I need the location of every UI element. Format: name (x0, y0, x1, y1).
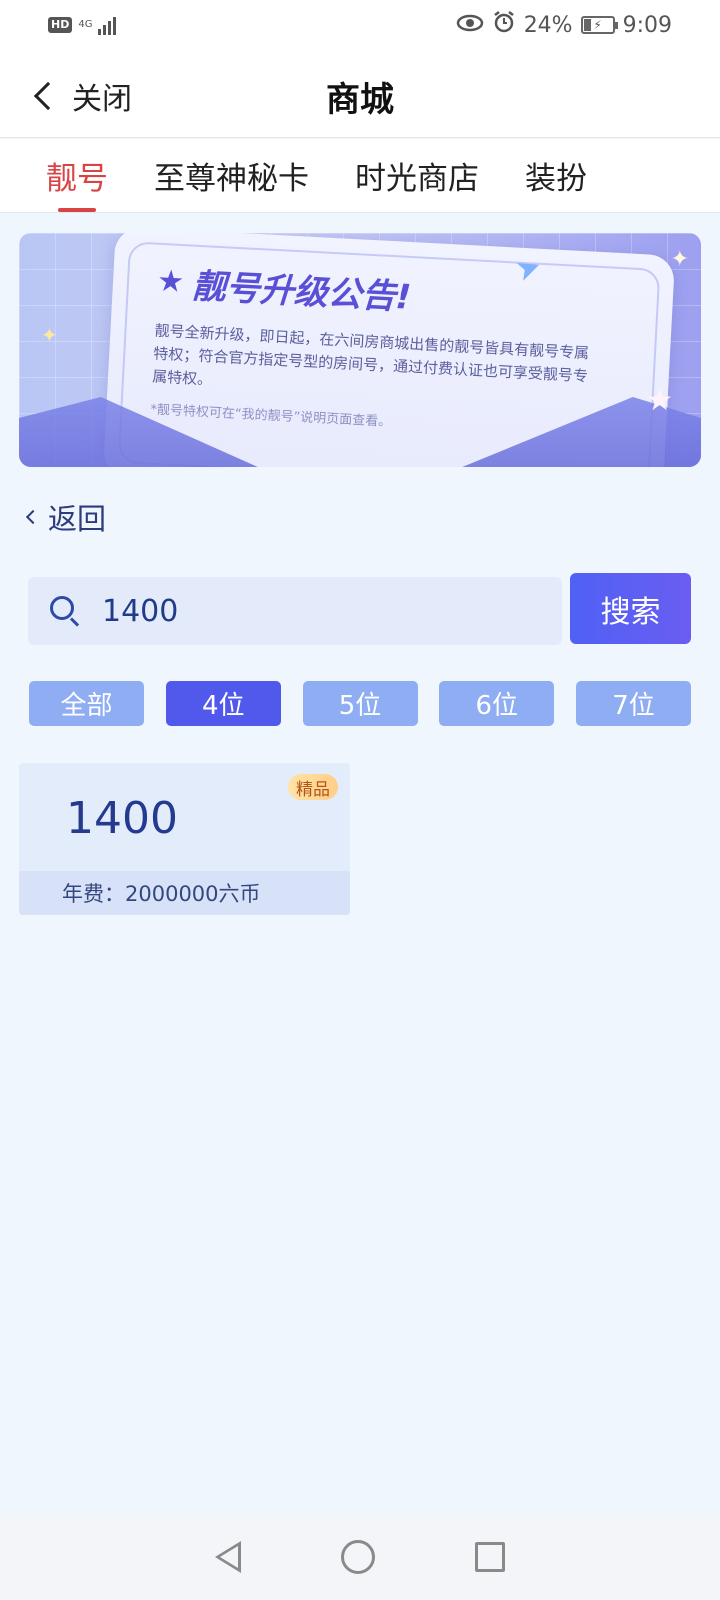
nav-back-icon[interactable] (215, 1541, 241, 1573)
system-nav-bar (0, 1514, 720, 1600)
annual-fee: 年费：2000000六币 (19, 871, 350, 915)
battery-percent: 24% (523, 12, 573, 38)
filter-5-digit[interactable]: 5位 (302, 681, 418, 726)
clock: 9:09 (622, 12, 672, 38)
status-left: HD 4G (48, 15, 117, 35)
tab-time-shop[interactable]: 时光商店 (355, 153, 479, 198)
premium-badge: 精品 (288, 774, 338, 800)
back-link-label: 返回 (48, 502, 107, 536)
tab-bar: 靓号 至尊神秘卡 时光商店 装扮 (0, 139, 720, 213)
filter-6-digit[interactable]: 6位 (439, 681, 555, 726)
announcement-banner[interactable]: ★ 靓号升级公告! 靓号全新升级，即日起，在六间房商城出售的靓号皆具有靓号专属特… (19, 233, 701, 467)
number-value: 1400 (66, 793, 178, 844)
sparkle-icon: ✦ (41, 323, 58, 347)
chevron-left-icon (25, 509, 41, 525)
hd-badge: HD (48, 17, 73, 33)
nav-recent-icon[interactable] (475, 1542, 505, 1572)
sparkle-icon: ★ (646, 383, 673, 418)
status-bar: HD 4G 24% ⚡ 9:09 (0, 0, 720, 50)
tab-dress-up[interactable]: 装扮 (525, 153, 587, 198)
tab-supreme-card[interactable]: 至尊神秘卡 (154, 153, 309, 198)
network-type: 4G (78, 19, 93, 30)
signal-icon (98, 15, 117, 35)
tab-pretty-number[interactable]: 靓号 (46, 153, 108, 212)
alarm-icon (492, 10, 516, 40)
page-title: 商城 (326, 80, 394, 120)
digit-filters: 全部 4位 5位 6位 7位 (29, 681, 691, 726)
status-right: 24% ⚡ 9:09 (456, 10, 672, 40)
app-header: 关闭 商城 (0, 50, 720, 138)
banner-body: 靓号全新升级，即日起，在六间房商城出售的靓号皆具有靓号专属特权；符合官方指定号型… (151, 321, 590, 389)
filter-all[interactable]: 全部 (29, 681, 144, 726)
nav-home-icon[interactable] (341, 1540, 375, 1574)
battery-icon: ⚡ (580, 16, 618, 34)
search-input[interactable] (102, 593, 502, 629)
filter-7-digit[interactable]: 7位 (576, 681, 691, 726)
filter-4-digit[interactable]: 4位 (165, 681, 281, 726)
sparkle-icon: ✦ (670, 247, 689, 272)
search-icon (48, 594, 82, 628)
eye-icon (456, 13, 484, 38)
number-card[interactable]: 1400 精品 年费：2000000六币 (19, 763, 350, 915)
back-link[interactable]: 返回 (25, 496, 107, 538)
star-icon: ★ (156, 263, 186, 300)
search-button[interactable]: 搜索 (570, 573, 691, 644)
search-box[interactable] (28, 577, 562, 645)
